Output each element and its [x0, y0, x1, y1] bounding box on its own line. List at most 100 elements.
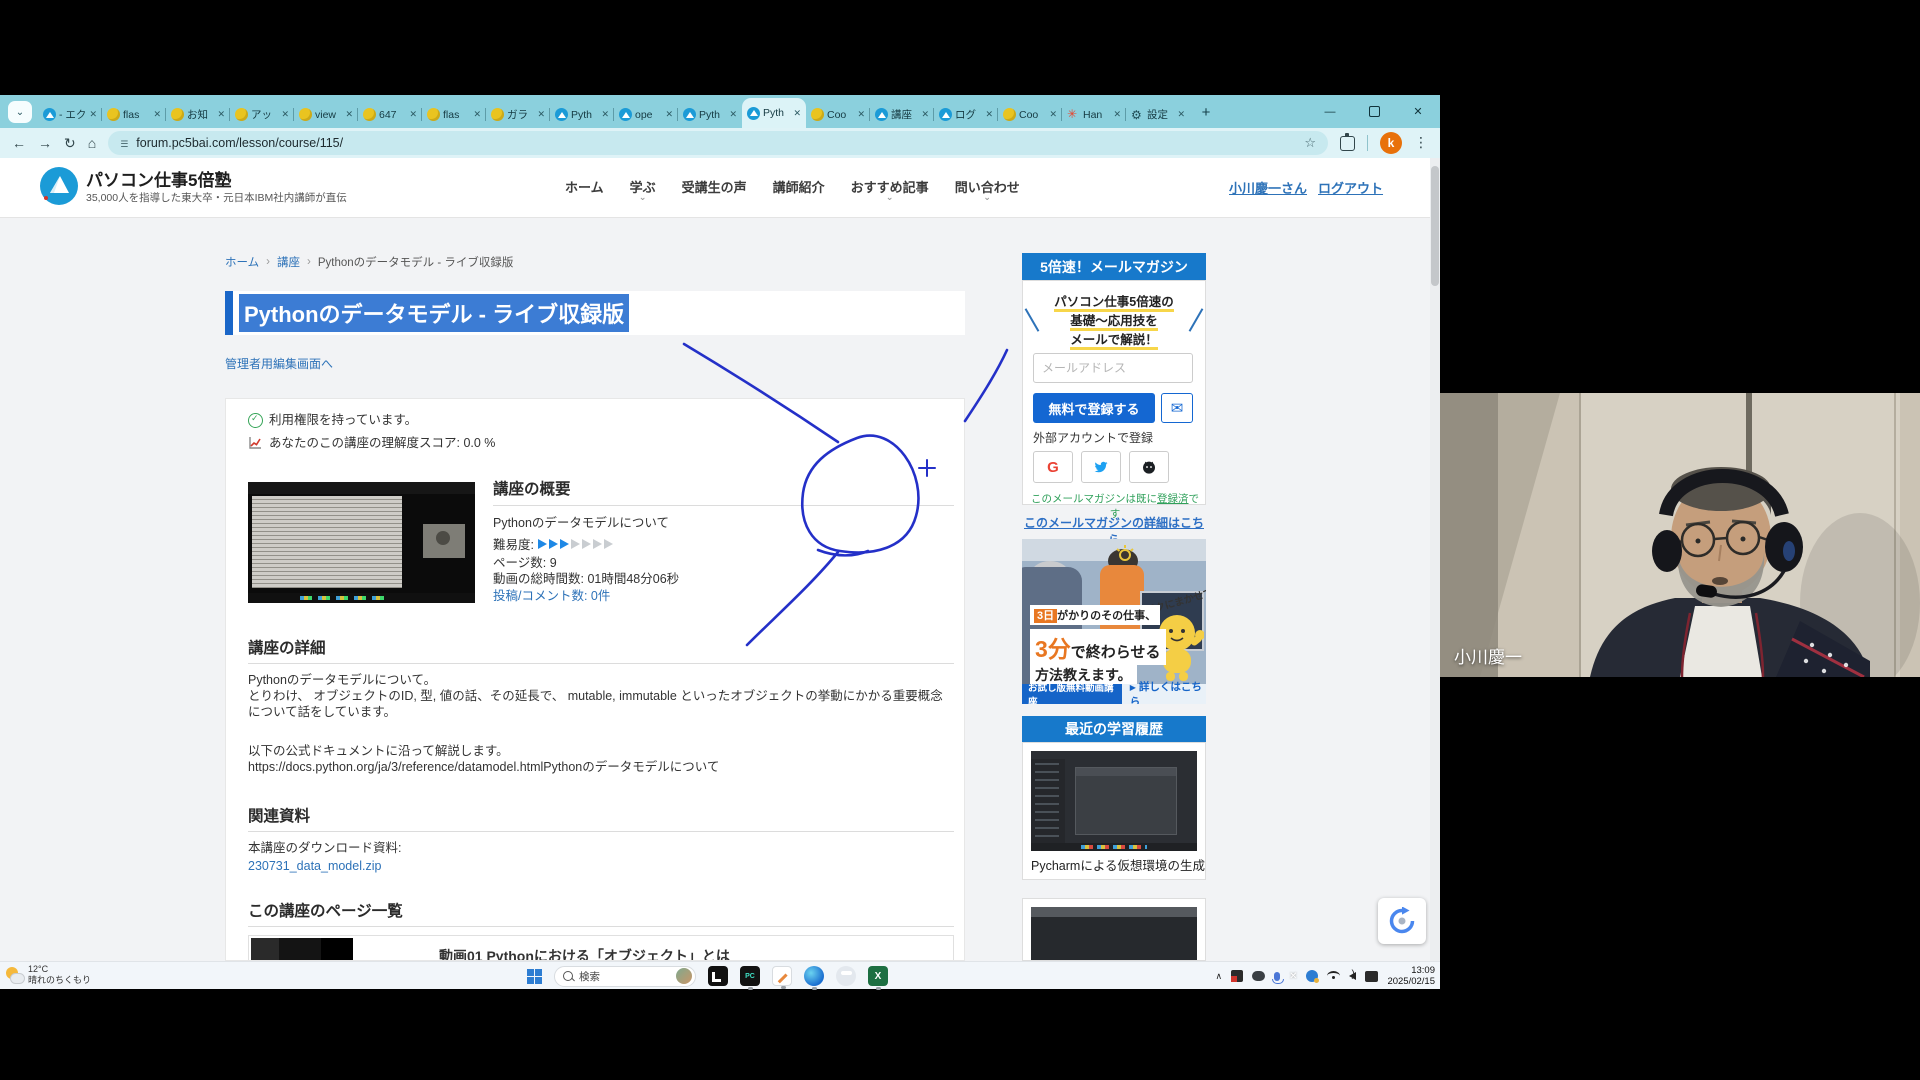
nav-learn[interactable]: 学ぶ [630, 177, 656, 196]
scrollbar-thumb[interactable] [1431, 166, 1439, 286]
tab-close-icon[interactable] [409, 109, 417, 120]
browser-tab-active[interactable]: Pyth [742, 98, 806, 128]
breadcrumb-section[interactable]: 講座 [277, 254, 300, 270]
browser-tab[interactable]: お知 [166, 101, 230, 128]
browser-tab[interactable]: 647 [358, 101, 422, 128]
browser-tab[interactable]: ログ [934, 101, 998, 128]
forward-button[interactable]: → [38, 135, 52, 151]
ime-keyboard-icon[interactable] [1365, 971, 1378, 982]
browser-tab[interactable]: アッ [230, 101, 294, 128]
lesson-list-item[interactable]: 動画01 Pythonにおける「オブジェクト」とは [248, 935, 954, 961]
history-caption[interactable]: Pycharmによる仮想環境の生成 [1031, 855, 1205, 874]
taskbar-app-l[interactable] [708, 966, 728, 986]
tab-close-icon[interactable] [985, 109, 993, 120]
tab-close-icon[interactable] [921, 109, 929, 120]
browser-tab[interactable]: view [294, 101, 358, 128]
tab-close-icon[interactable] [1049, 109, 1057, 120]
taskbar-app-edge[interactable] [804, 966, 824, 986]
maximize-button[interactable] [1352, 95, 1396, 128]
tray-app-badge-icon[interactable] [1231, 970, 1243, 982]
comments-link[interactable]: 投稿/コメント数: 0件 [493, 588, 610, 604]
url-text[interactable]: forum.pc5bai.com/lesson/course/115/ [136, 136, 343, 150]
tab-close-icon[interactable] [537, 109, 545, 120]
history-item-partial[interactable] [1022, 898, 1206, 961]
nav-instructors[interactable]: 講師紹介 [773, 177, 825, 196]
github-signup-button[interactable] [1129, 451, 1169, 483]
tab-close-icon[interactable] [601, 109, 609, 120]
reload-button[interactable]: ↻ [64, 135, 76, 152]
browser-menu-icon[interactable] [1414, 134, 1428, 152]
tray-x-icon[interactable]: ✕ [1289, 971, 1297, 982]
taskbar-app-pycharm[interactable]: PC [740, 966, 760, 986]
browser-tab[interactable]: flas [102, 101, 166, 128]
tab-close-icon[interactable] [473, 109, 481, 120]
browser-tab[interactable]: ガラ [486, 101, 550, 128]
history-item[interactable]: Pycharmによる仮想環境の生成 [1022, 742, 1206, 880]
tray-blue-app-icon[interactable] [1306, 970, 1318, 982]
course-video-thumbnail[interactable] [248, 482, 475, 603]
browser-tab[interactable]: Pyth [678, 101, 742, 128]
taskbar-app-chrome[interactable] [836, 966, 856, 986]
volume-icon[interactable] [1349, 972, 1356, 980]
site-logo[interactable] [40, 167, 78, 205]
tab-close-icon[interactable] [793, 108, 801, 119]
browser-tab[interactable]: flas [422, 101, 486, 128]
minimize-button[interactable]: — [1308, 95, 1352, 128]
taskbar-app-excel[interactable]: X [868, 966, 888, 986]
back-button[interactable]: ← [12, 135, 26, 151]
nav-home[interactable]: ホーム [565, 177, 604, 196]
lesson-title[interactable]: 動画01 Pythonにおける「オブジェクト」とは [439, 946, 730, 961]
ad-banner[interactable]: ボクにまかせて 3日がかりのその仕事、 3分で終わらせる 方法教えます。 お試し [1022, 539, 1206, 704]
google-signup-button[interactable]: G [1033, 451, 1073, 483]
browser-tab[interactable]: Coo [806, 101, 870, 128]
tab-close-icon[interactable] [857, 109, 865, 120]
tab-close-icon[interactable] [281, 109, 289, 120]
tab-close-icon[interactable] [1177, 109, 1185, 120]
browser-tab[interactable]: Pyth [550, 101, 614, 128]
nav-contact[interactable]: 問い合わせ [955, 177, 1020, 196]
tray-dark-icon[interactable] [1252, 971, 1265, 981]
browser-tab[interactable]: Coo [998, 101, 1062, 128]
browser-tab[interactable]: Han [1062, 101, 1126, 128]
breadcrumb-home[interactable]: ホーム [225, 254, 259, 270]
webcam-video-tile[interactable]: 小川慶一 [1440, 393, 1920, 677]
address-bar[interactable]: forum.pc5bai.com/lesson/course/115/ [108, 131, 1328, 155]
start-button[interactable] [527, 969, 542, 984]
recaptcha-badge[interactable] [1378, 898, 1426, 944]
tab-search-button[interactable]: ⌄ [8, 101, 32, 123]
tab-close-icon[interactable] [89, 109, 97, 120]
new-tab-button[interactable]: + [1194, 100, 1218, 124]
ad-footer-link[interactable]: 詳しくはこちら [1130, 679, 1206, 704]
taskbar-app-notes[interactable] [772, 966, 792, 986]
download-zip-link[interactable]: 230731_data_model.zip [248, 858, 381, 874]
extensions-icon[interactable] [1340, 136, 1355, 151]
tab-close-icon[interactable] [665, 109, 673, 120]
tray-chevron-icon[interactable] [1215, 971, 1222, 982]
tab-close-icon[interactable] [217, 109, 225, 120]
registered-link[interactable]: 登録済 [1157, 493, 1189, 505]
browser-tab[interactable]: ope [614, 101, 678, 128]
browser-tab[interactable]: - エク [38, 101, 102, 128]
profile-avatar[interactable]: k [1380, 132, 1402, 154]
email-input[interactable] [1033, 353, 1193, 383]
browser-tab[interactable]: 講座 [870, 101, 934, 128]
admin-edit-link[interactable]: 管理者用編集画面へ [225, 355, 333, 372]
nav-articles[interactable]: おすすめ記事 [851, 177, 929, 196]
browser-tab-settings[interactable]: 設定 [1126, 101, 1190, 128]
taskbar-weather-widget[interactable]: 12°C 晴れのちくもり [6, 964, 91, 986]
taskbar-search-box[interactable]: 検索 [554, 966, 696, 987]
close-button[interactable]: ✕ [1396, 95, 1440, 128]
tab-close-icon[interactable] [1113, 109, 1121, 120]
home-button[interactable]: ⌂ [88, 135, 96, 151]
wifi-icon[interactable] [1327, 971, 1340, 981]
microphone-icon[interactable] [1274, 972, 1280, 981]
taskbar-clock[interactable]: 13:09 2025/02/15 [1387, 965, 1435, 987]
site-brand[interactable]: パソコン仕事5倍塾 [86, 166, 231, 191]
tab-close-icon[interactable] [345, 109, 353, 120]
user-account-link[interactable]: 小川慶一さん [1229, 178, 1307, 197]
subscribe-button[interactable]: 無料で登録する [1033, 393, 1155, 423]
tab-close-icon[interactable] [729, 109, 737, 120]
site-info-icon[interactable] [120, 136, 128, 150]
bookmark-star-icon[interactable] [1304, 135, 1316, 151]
nav-voices[interactable]: 受講生の声 [682, 177, 747, 196]
